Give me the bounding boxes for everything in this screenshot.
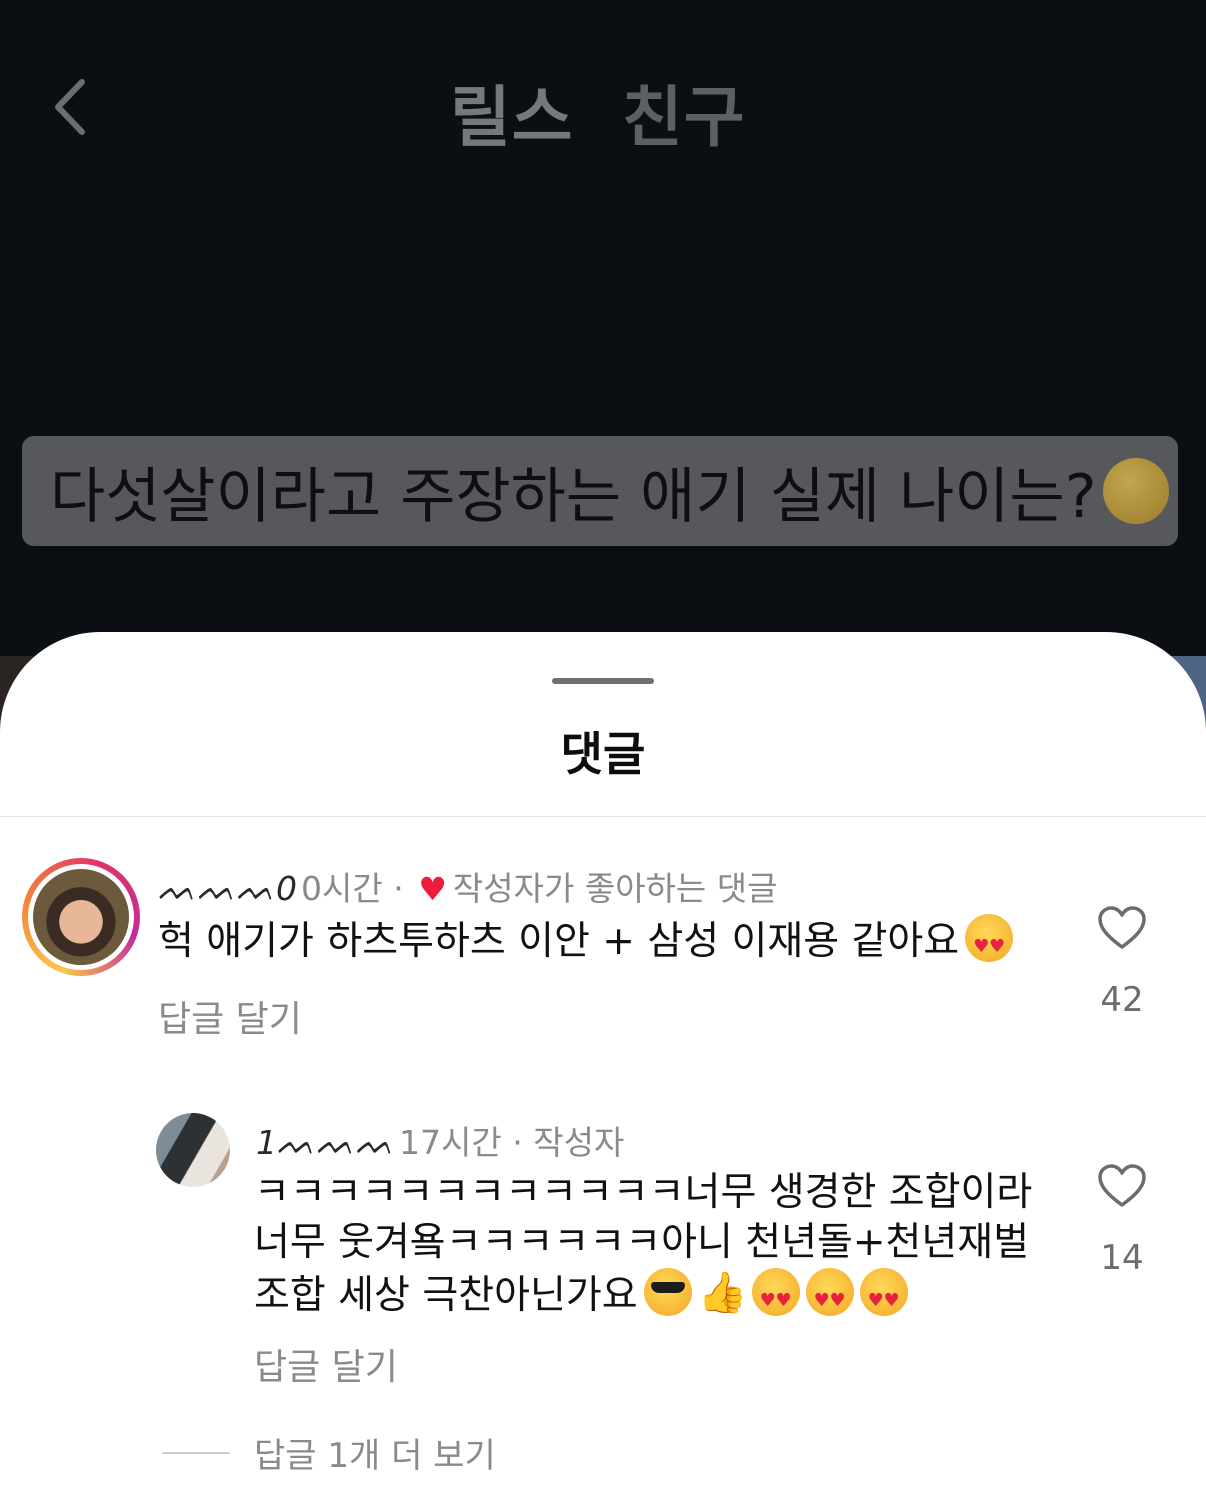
header-divider (0, 816, 1206, 817)
comment-meta: ᨓᨓᨓ0 0시간 · ♥ 작성자가 좋아하는 댓글 (158, 869, 778, 908)
heart-eyes-emoji-icon (805, 1268, 854, 1326)
heart-outline-icon (1098, 906, 1146, 949)
top-bar: 릴스 친구 (0, 0, 1206, 220)
sheet-grabber-handle[interactable] (552, 678, 654, 684)
liked-by-author-label: 작성자가 좋아하는 댓글 (452, 869, 778, 908)
comment-meta: 1ᨓᨓᨓ 17시간 · 작성자 (256, 1123, 625, 1162)
thumbs-up-emoji-icon (698, 1268, 748, 1318)
reply-button[interactable]: 답글 달기 (158, 990, 302, 1042)
video-caption-box: 다섯살이라고 주장하는 애기 실제 나이는? (22, 436, 1178, 546)
video-caption: 다섯살이라고 주장하는 애기 실제 나이는? (50, 461, 1097, 532)
avatar[interactable] (156, 1113, 230, 1187)
sunglasses-emoji-icon (643, 1268, 692, 1316)
pleading-face-emoji-icon (1102, 458, 1169, 524)
heart-outline-icon (1098, 1164, 1146, 1207)
more-replies-line (162, 1452, 230, 1454)
like-count: 14 (1100, 1238, 1144, 1278)
comments-sheet: 댓글 (0, 632, 1206, 1492)
back-button[interactable] (46, 72, 106, 142)
tab-friends[interactable]: 친구 (622, 64, 745, 160)
like-button[interactable] (1097, 1163, 1147, 1209)
comment-time: 0시간 (301, 869, 383, 908)
reply-button[interactable]: 답글 달기 (254, 1338, 398, 1390)
chevron-left-icon (55, 79, 85, 135)
heart-icon: ♥ (418, 870, 447, 908)
heart-eyes-emoji-icon (751, 1268, 800, 1326)
like-button[interactable] (1097, 905, 1147, 951)
sheet-title: 댓글 (560, 727, 646, 781)
comment-avatar-story-ring[interactable] (22, 858, 140, 976)
heart-eyes-emoji-icon (965, 914, 1014, 972)
comment-time: 17시간 (399, 1123, 502, 1162)
avatar (33, 869, 129, 965)
comment-username[interactable]: 1ᨓᨓᨓ (256, 1123, 395, 1162)
comment-username[interactable]: ᨓᨓᨓ0 (158, 869, 297, 908)
tab-reels[interactable]: 릴스 (450, 64, 573, 160)
comment-text: 헉 애기가 하츠투하츠 이안 + 삼성 이재용 같아요 (158, 914, 1058, 972)
view-more-replies-button[interactable]: 답글 1개 더 보기 (254, 1428, 496, 1477)
author-badge: 작성자 (533, 1123, 625, 1162)
comment-text: ㅋㅋㅋㅋㅋㅋㅋㅋㅋㅋㅋㅋ너무 생경한 조합이라 너무 웃겨욬ㅋㅋㅋㅋㅋㅋ아니 천… (254, 1168, 1074, 1326)
like-count: 42 (1100, 980, 1144, 1020)
heart-eyes-emoji-icon (859, 1268, 908, 1326)
